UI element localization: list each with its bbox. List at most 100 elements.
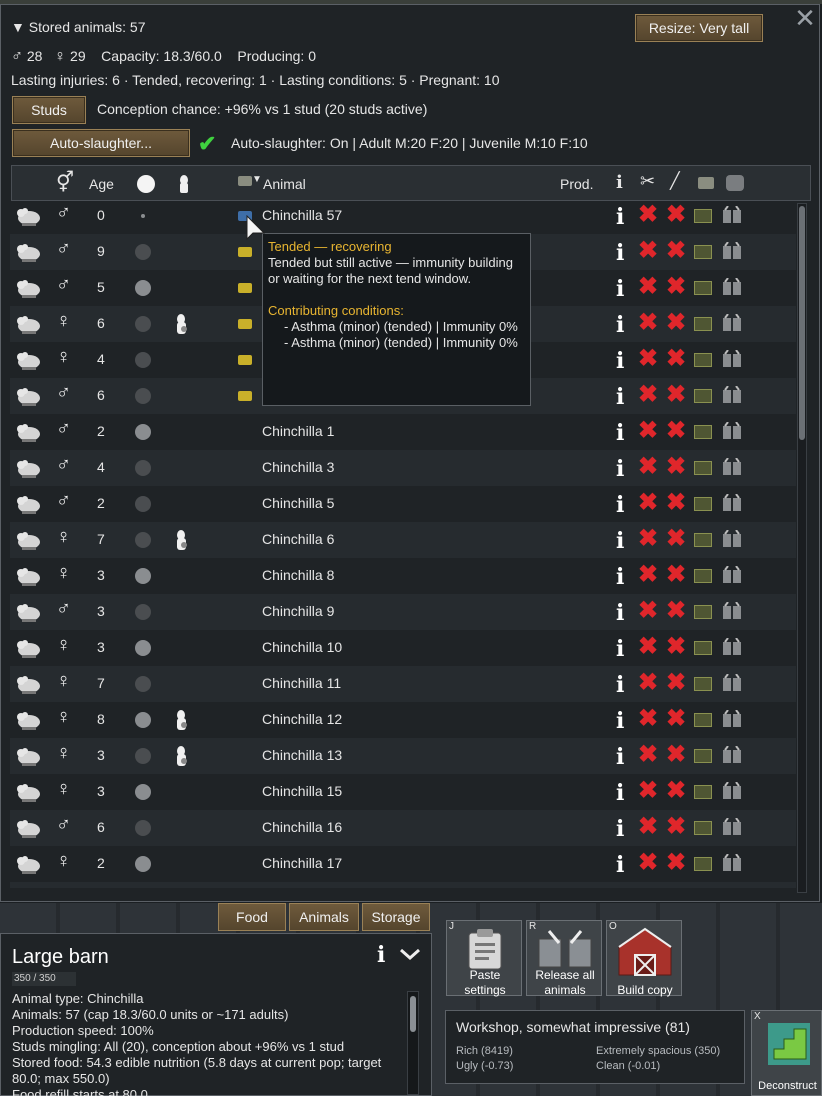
butcher-toggle-icon[interactable]: ✖ — [666, 740, 686, 769]
auto-slaughter-button[interactable]: Auto-slaughter... — [12, 129, 190, 157]
butcher-toggle-icon[interactable]: ✖ — [666, 452, 686, 481]
table-row[interactable]: ♀ 3 Chinchilla 13 i ✖ ✖ — [10, 738, 796, 774]
medicine-toggle-icon[interactable] — [694, 425, 712, 439]
butcher-toggle-icon[interactable]: ✖ — [666, 596, 686, 625]
prod-column-header[interactable]: Prod. — [560, 176, 593, 192]
medicine-toggle-icon[interactable] — [694, 497, 712, 511]
chinchilla-icon[interactable] — [14, 602, 42, 622]
chinchilla-icon[interactable] — [14, 494, 42, 514]
medicine-toggle-icon[interactable] — [694, 785, 712, 799]
gender-column-icon[interactable]: ⚥ — [56, 170, 74, 195]
info-icon[interactable]: i — [616, 204, 624, 230]
chinchilla-icon[interactable] — [14, 638, 42, 658]
info-icon[interactable]: i — [616, 312, 624, 338]
medicine-toggle-icon[interactable] — [694, 353, 712, 367]
animal-name[interactable]: Chinchilla 9 — [262, 603, 334, 619]
release-animal-icon[interactable] — [722, 386, 742, 404]
butcher-toggle-icon[interactable]: ✖ — [666, 704, 686, 733]
release-animal-icon[interactable] — [722, 674, 742, 692]
slaughter-toggle-icon[interactable]: ✖ — [638, 560, 658, 589]
slaughter-toggle-icon[interactable]: ✖ — [638, 632, 658, 661]
chinchilla-icon[interactable] — [14, 710, 42, 730]
info-icon[interactable]: i — [616, 564, 624, 590]
table-row[interactable]: ♀ 3 Chinchilla 10 i ✖ ✖ — [10, 630, 796, 666]
slaughter-toggle-icon[interactable]: ✖ — [638, 200, 658, 229]
slaughter-toggle-icon[interactable]: ✖ — [638, 524, 658, 553]
info-icon[interactable]: i — [616, 708, 624, 734]
chinchilla-icon[interactable] — [14, 350, 42, 370]
chinchilla-icon[interactable] — [14, 206, 42, 226]
slaughter-toggle-icon[interactable]: ✖ — [638, 668, 658, 697]
info-icon[interactable]: i — [616, 276, 624, 302]
butcher-toggle-icon[interactable]: ✖ — [666, 776, 686, 805]
medicine-toggle-icon[interactable] — [694, 281, 712, 295]
butcher-toggle-icon[interactable]: ✖ — [666, 236, 686, 265]
butcher-toggle-icon[interactable]: ✖ — [666, 272, 686, 301]
scrollbar-thumb[interactable] — [799, 206, 805, 440]
animal-name[interactable]: Chinchilla 17 — [262, 855, 342, 871]
slaughter-toggle-icon[interactable]: ✖ — [638, 236, 658, 265]
animal-name[interactable]: Chinchilla 57 — [262, 207, 342, 223]
release-animal-icon[interactable] — [722, 314, 742, 332]
release-animal-icon[interactable] — [722, 638, 742, 656]
info-icon[interactable]: i — [616, 600, 624, 626]
medicine-toggle-icon[interactable] — [694, 605, 712, 619]
info-icon[interactable]: i — [616, 528, 624, 554]
medicine-toggle-icon[interactable] — [694, 461, 712, 475]
slaughter-toggle-icon[interactable]: ✖ — [638, 272, 658, 301]
animal-name[interactable]: Chinchilla 16 — [262, 819, 342, 835]
animal-name[interactable]: Chinchilla 3 — [262, 459, 334, 475]
animal-column-header[interactable]: Animal — [263, 176, 306, 192]
butcher-toggle-icon[interactable]: ✖ — [666, 848, 686, 877]
resize-button[interactable]: Resize: Very tall — [635, 14, 763, 42]
release-animal-icon[interactable] — [722, 566, 742, 584]
studs-button[interactable]: Studs — [12, 96, 86, 124]
collapse-chevron-icon[interactable] — [399, 948, 421, 960]
chinchilla-icon[interactable] — [14, 746, 42, 766]
chinchilla-icon[interactable] — [14, 386, 42, 406]
chinchilla-icon[interactable] — [14, 530, 42, 550]
animal-name[interactable]: Chinchilla 6 — [262, 531, 334, 547]
animal-name[interactable]: Chinchilla 1 — [262, 423, 334, 439]
release-animal-icon[interactable] — [722, 458, 742, 476]
medicine-toggle-icon[interactable] — [694, 857, 712, 871]
medicine-toggle-icon[interactable] — [694, 245, 712, 259]
slaughter-toggle-icon[interactable]: ✖ — [638, 308, 658, 337]
slaughter-toggle-icon[interactable]: ✖ — [638, 812, 658, 841]
age-column-header[interactable]: Age — [89, 176, 114, 192]
chinchilla-icon[interactable] — [14, 458, 42, 478]
chinchilla-icon[interactable] — [14, 782, 42, 802]
stored-animals-header[interactable]: ▼ Stored animals: 57 — [11, 19, 145, 35]
info-icon[interactable]: i — [616, 384, 624, 410]
animal-name[interactable]: Chinchilla 10 — [262, 639, 342, 655]
slaughter-toggle-icon[interactable]: ✖ — [638, 704, 658, 733]
medicine-toggle-icon[interactable] — [694, 749, 712, 763]
release-animal-icon[interactable] — [722, 242, 742, 260]
butcher-toggle-icon[interactable]: ✖ — [666, 488, 686, 517]
medicine-toggle-icon[interactable] — [694, 677, 712, 691]
table-row[interactable]: ♀ 3 Chinchilla 8 i ✖ ✖ — [10, 558, 796, 594]
info-icon[interactable]: i — [616, 420, 624, 446]
slaughter-toggle-icon[interactable]: ✖ — [638, 416, 658, 445]
slaughter-toggle-icon[interactable]: ✖ — [638, 740, 658, 769]
medicine-toggle-icon[interactable] — [694, 533, 712, 547]
release-all-button[interactable]: R Release all animals — [526, 920, 602, 997]
slaughter-toggle-icon[interactable]: ✖ — [638, 452, 658, 481]
slaughter-toggle-icon[interactable]: ✖ — [638, 488, 658, 517]
info-icon[interactable]: i — [616, 456, 624, 482]
table-row[interactable]: ♀ 7 Chinchilla 6 i ✖ ✖ — [10, 522, 796, 558]
slaughter-toggle-icon[interactable]: ✖ — [638, 776, 658, 805]
medicine-toggle-icon[interactable] — [694, 641, 712, 655]
release-animal-icon[interactable] — [722, 782, 742, 800]
slaughter-toggle-icon[interactable]: ✖ — [638, 380, 658, 409]
info-icon[interactable]: i — [616, 240, 624, 266]
release-animal-icon[interactable] — [722, 746, 742, 764]
tab-animals[interactable]: Animals — [289, 903, 359, 931]
chinchilla-icon[interactable] — [14, 314, 42, 334]
medical-status-icon[interactable] — [238, 283, 252, 293]
animal-name[interactable]: Chinchilla 15 — [262, 783, 342, 799]
butcher-toggle-icon[interactable]: ✖ — [666, 380, 686, 409]
animal-name[interactable]: Chinchilla 8 — [262, 567, 334, 583]
medicine-toggle-icon[interactable] — [694, 821, 712, 835]
medical-status-icon[interactable] — [238, 391, 252, 401]
